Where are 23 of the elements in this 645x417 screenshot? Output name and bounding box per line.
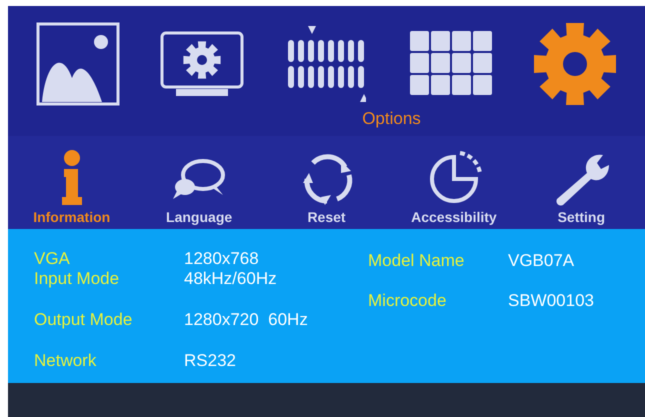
- info-label: Output Mode: [34, 310, 134, 330]
- info-label: VGA: [34, 249, 71, 269]
- menu-tab[interactable]: Information: [8, 148, 136, 226]
- info-value: 48kHz/60Hz: [184, 269, 277, 289]
- info-value: SBW00103: [508, 291, 594, 311]
- info-value: 1280x768: [184, 249, 259, 269]
- info-label: Model Name: [368, 251, 466, 271]
- gear-icon[interactable]: [532, 21, 618, 107]
- info-label: Network: [34, 351, 98, 371]
- info-value: VGB07A: [508, 251, 574, 271]
- info-label: Microcode: [368, 291, 448, 311]
- menu-tab[interactable]: Reset: [262, 148, 390, 226]
- grid-icon[interactable]: [410, 31, 492, 97]
- pixel-columns-icon[interactable]: [286, 24, 366, 104]
- info-value: RS232: [184, 351, 236, 371]
- info-value: 1280x720 60Hz: [184, 310, 308, 330]
- menu-tab[interactable]: Setting: [518, 148, 645, 226]
- image-icon[interactable]: [36, 22, 120, 106]
- menu-caption: Options: [362, 110, 421, 127]
- menu-tab[interactable]: Accessibility: [390, 148, 518, 226]
- monitor-gear-icon[interactable]: [160, 31, 244, 97]
- menu-tab[interactable]: Language: [135, 148, 263, 226]
- info-label: Input Mode: [34, 269, 120, 289]
